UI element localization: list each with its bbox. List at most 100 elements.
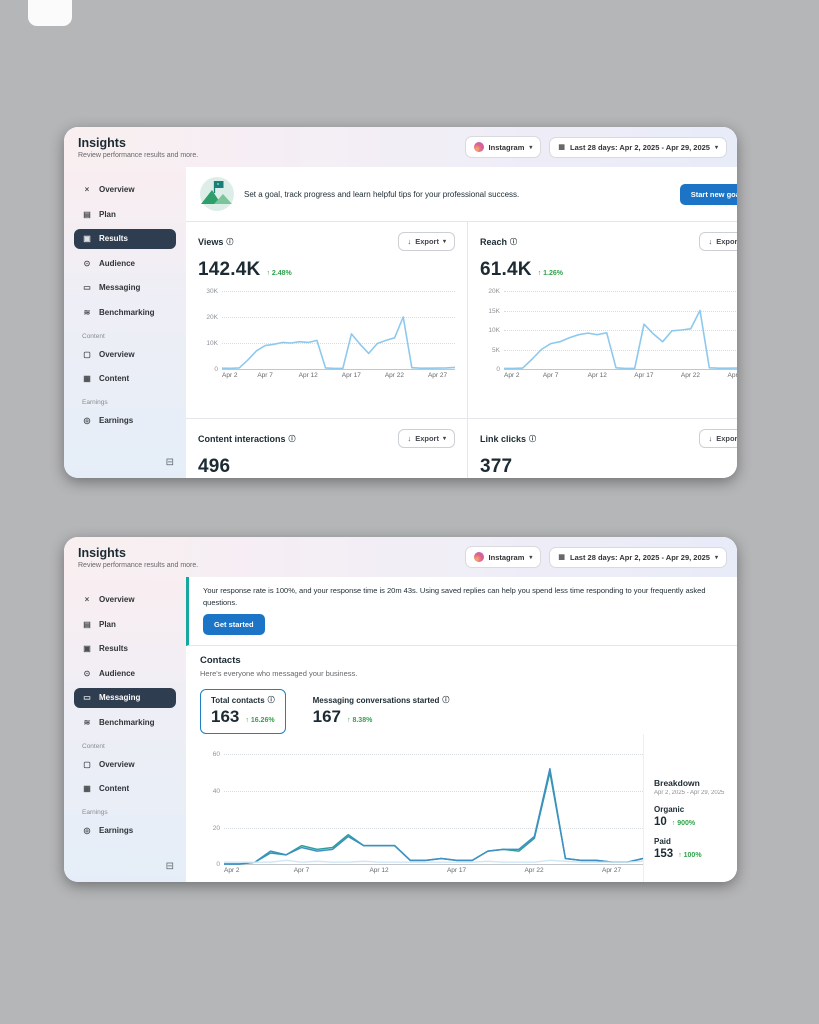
sidebar-item-overview[interactable]: × Overview [74,590,176,610]
sidebar-item-earnings[interactable]: ◎ Earnings [74,821,176,841]
sidebar-item-results[interactable]: ▣ Results [74,229,176,249]
plan-icon: ▤ [82,620,92,630]
goal-banner: Set a goal, track progress and learn hel… [186,167,737,221]
views-chart: 30K 20K 10K 0 Apr 2 Apr 7 Apr 12 Apr 17 … [198,291,455,380]
goal-banner-text: Set a goal, track progress and learn hel… [244,190,670,199]
start-new-goal-button[interactable]: Start new goal [680,184,737,205]
up-arrow-icon: ↑ [538,270,542,277]
breakdown-panel: Breakdown Apr 2, 2025 - Apr 29, 2025 Org… [643,734,737,882]
sidebar-item-content[interactable]: ▦ Content [74,779,176,799]
info-icon[interactable]: ⓘ [226,237,233,247]
panel-header: Insights Review performance results and … [64,537,737,577]
page-subtitle: Review performance results and more. [78,562,198,569]
card-title: Reach [480,237,507,247]
breakdown-date-range: Apr 2, 2025 - Apr 29, 2025 [654,790,729,796]
card-title: Views [198,237,223,247]
conversations-started-delta: ↑ 8.38% [347,717,372,724]
sidebar-item-messaging[interactable]: ▭ Messaging [74,278,176,298]
sidebar-item-audience[interactable]: ⊙ Audience [74,254,176,274]
card-title: Content interactions [198,434,286,444]
chevron-down-icon: ▾ [443,435,446,442]
page-title: Insights [78,546,198,560]
sidebar-section-content: Content [82,743,168,750]
content-interactions-value: 496 [198,456,230,478]
info-icon[interactable]: ⓘ [510,237,517,247]
breakdown-title: Breakdown [654,778,729,788]
info-icon[interactable]: ⓘ [529,434,536,444]
sidebar-item-plan[interactable]: ▤ Plan [74,615,176,635]
earnings-icon: ◎ [82,416,92,426]
contacts-subtitle: Here's everyone who messaged your busine… [200,669,723,678]
export-button[interactable]: ↓ Export ▾ [398,429,455,448]
sidebar-item-earnings[interactable]: ◎ Earnings [74,411,176,431]
sidebar-item-label: Messaging [99,283,140,293]
sidebar-item-label: Earnings [99,826,133,836]
sidebar-item-benchmarking[interactable]: ≋ Benchmarking [74,713,176,733]
x-axis-labels: Apr 2 Apr 7 Apr 12 Apr 17 Apr 22 Apr 27 [224,864,643,875]
audience-icon: ⊙ [82,669,92,679]
date-range-label: Last 28 days: Apr 2, 2025 - Apr 29, 2025 [570,143,710,152]
sidebar-item-label: Overview [99,185,135,195]
instagram-avatar-icon [474,552,484,562]
sidebar-item-messaging[interactable]: ▭ Messaging [74,688,176,708]
sidebar-collapse-button[interactable]: ⊟ [166,861,174,872]
sidebar-section-content: Content [82,333,168,340]
sidebar-item-results[interactable]: ▣ Results [74,639,176,659]
views-delta: ↑ 2.48% [266,270,291,277]
breakdown-paid-delta: ↑ 100% [678,852,701,859]
export-button[interactable]: ↓ Export ▾ [699,429,737,448]
account-selector[interactable]: Instagram ▾ [465,546,542,568]
notice-text: Your response rate is 100%, and your res… [203,585,723,608]
sidebar: × Overview ▤ Plan ▣ Results ⊙ Audience ▭… [64,577,186,882]
export-button[interactable]: ↓ Export ▾ [699,232,737,251]
up-arrow-icon: ↑ [678,852,682,859]
sidebar-item-plan[interactable]: ▤ Plan [74,205,176,225]
chevron-down-icon: ▾ [529,144,532,151]
total-contacts-stat[interactable]: Total contacts ⓘ 163 ↑ 16.26% [200,689,286,734]
reach-delta: ↑ 1.26% [538,270,563,277]
download-icon: ↓ [407,434,411,443]
breakdown-organic-label: Organic [654,805,729,814]
contacts-chart: 60 40 20 0 Apr 2 Apr 7 Apr 12 Apr 17 Apr… [200,744,643,882]
sidebar-collapse-button[interactable]: ⊟ [166,457,174,468]
sidebar-item-content-overview[interactable]: ▢ Overview [74,345,176,365]
sidebar-item-audience[interactable]: ⊙ Audience [74,664,176,684]
reach-card: Reach ⓘ ↓ Export ▾ 61.4K ↑ 1.26% [468,222,737,418]
account-selector-label: Instagram [489,553,525,562]
sidebar-item-label: Overview [99,350,135,360]
contacts-section: Contacts Here's everyone who messaged yo… [186,646,737,734]
total-contacts-value: 163 [211,707,239,727]
overview-icon: × [82,595,92,605]
header-controls: Instagram ▾ ▦ Last 28 days: Apr 2, 2025 … [465,546,727,568]
info-icon: ⓘ [442,695,449,705]
breakdown-paid-value: 153 [654,848,673,860]
sidebar-item-content[interactable]: ▦ Content [74,369,176,389]
conversations-started-value: 167 [313,707,341,727]
up-arrow-icon: ↑ [347,717,351,724]
contacts-heading: Contacts [200,655,723,666]
download-icon: ↓ [708,434,712,443]
messaging-icon: ▭ [82,693,92,703]
plan-icon: ▤ [82,210,92,220]
account-selector[interactable]: Instagram ▾ [465,136,542,158]
content-interactions-card: Content interactions ⓘ ↓ Export ▾ 496 [186,419,468,478]
export-button[interactable]: ↓ Export ▾ [398,232,455,251]
date-range-selector[interactable]: ▦ Last 28 days: Apr 2, 2025 - Apr 29, 20… [549,137,727,158]
chevron-down-icon: ▾ [529,554,532,561]
sidebar-item-benchmarking[interactable]: ≋ Benchmarking [74,303,176,323]
card-title: Link clicks [480,434,526,444]
reach-chart: 20K 15K 10K 5K 0 Apr 2 Apr 7 Apr 12 Apr … [480,291,737,380]
calendar-icon: ▦ [558,553,565,561]
date-range-selector[interactable]: ▦ Last 28 days: Apr 2, 2025 - Apr 29, 20… [549,547,727,568]
content-icon: ▦ [82,374,92,384]
conversations-started-stat[interactable]: Messaging conversations started ⓘ 167 ↑ … [302,689,461,734]
get-started-button[interactable]: Get started [203,614,265,635]
calendar-icon: ▦ [558,143,565,151]
sidebar: × Overview ▤ Plan ▣ Results ⊙ Audience ▭… [64,167,186,478]
views-value: 142.4K [198,259,260,281]
content-icon: ▦ [82,784,92,794]
sidebar-item-overview[interactable]: × Overview [74,180,176,200]
sidebar-item-content-overview[interactable]: ▢ Overview [74,755,176,775]
info-icon[interactable]: ⓘ [289,434,296,444]
benchmarking-icon: ≋ [82,718,92,728]
